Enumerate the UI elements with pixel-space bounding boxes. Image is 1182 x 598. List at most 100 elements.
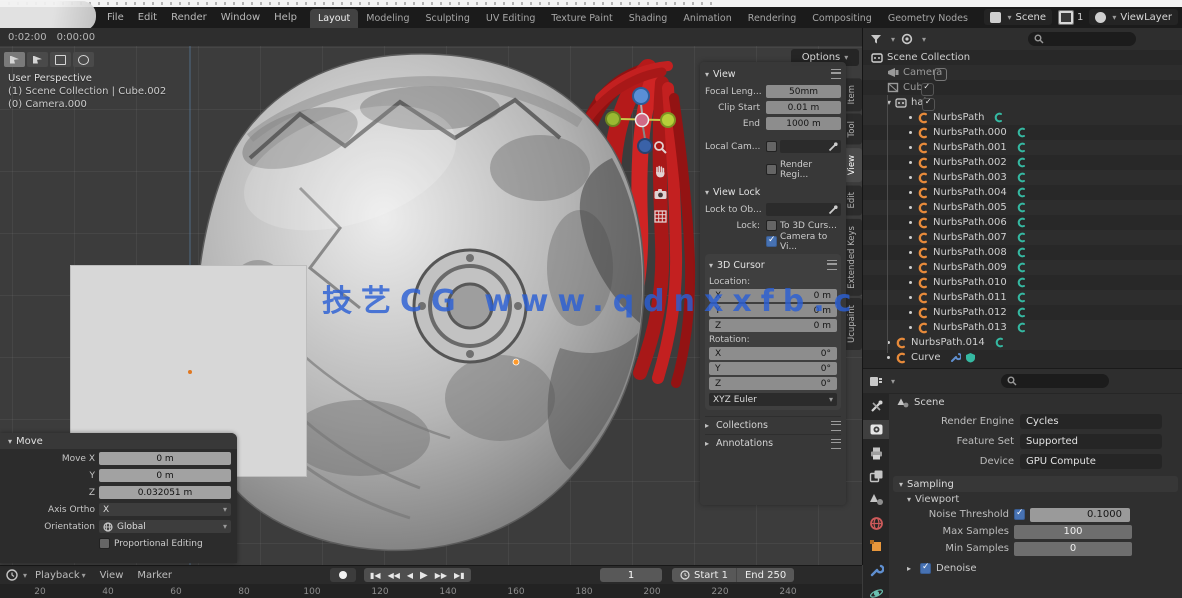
render-engine-dropdown[interactable]: Cycles	[1020, 414, 1162, 429]
view-section-header[interactable]: View	[705, 65, 841, 83]
cursor-location-field[interactable]: Y 0 m	[709, 304, 837, 317]
jump-to-end-button[interactable]: ▶▮	[454, 571, 465, 580]
workspace-tab[interactable]: UV Editing	[478, 9, 544, 28]
eyedropper-icon[interactable]	[828, 142, 838, 152]
denoise-section-header[interactable]: Denoise	[889, 561, 1182, 575]
eyedropper-icon[interactable]	[828, 205, 838, 215]
render-region-checkbox[interactable]	[766, 164, 777, 175]
proportional-editing-checkbox[interactable]	[99, 538, 110, 549]
sampling-section-header[interactable]: Sampling	[893, 476, 1178, 492]
workspace-tab[interactable]: Rendering	[740, 9, 805, 28]
denoise-checkbox[interactable]	[920, 563, 931, 574]
timeline-ruler[interactable]: 20406080100120140160180200220240	[0, 584, 862, 598]
workspace-tab[interactable]: Layout	[310, 9, 358, 28]
n-panel-tab[interactable]: Extended Keys	[846, 219, 862, 296]
jump-to-start-button[interactable]: ▮◀	[370, 571, 381, 580]
nurbspath-row[interactable]: NurbsPath.009	[863, 260, 1182, 275]
move-x-field[interactable]: 0 m	[99, 452, 231, 465]
n-panel-tab[interactable]: View	[846, 148, 862, 182]
nurbspath-row[interactable]: NurbsPath.002	[863, 155, 1182, 170]
nurbspath-row[interactable]: NurbsPath	[863, 110, 1182, 125]
move-tool-button[interactable]	[73, 52, 94, 67]
local-camera-field[interactable]	[780, 140, 841, 153]
screen-layout-button[interactable]: 1	[1058, 10, 1083, 25]
workspace-tab[interactable]: Sculpting	[417, 9, 477, 28]
n-panel-tab[interactable]: Ucupaint	[846, 298, 862, 350]
euler-dropdown[interactable]: XYZ Euler	[709, 393, 837, 406]
pan-view-button[interactable]	[651, 162, 669, 180]
tab-output[interactable]	[863, 444, 889, 462]
nurbspath-row[interactable]: NurbsPath.007	[863, 230, 1182, 245]
marker-menu[interactable]: Marker	[131, 568, 178, 583]
camera-row[interactable]: Camera	[863, 65, 1182, 80]
camera-to-view-checkbox[interactable]	[766, 236, 777, 247]
properties-editor-icon[interactable]	[869, 375, 883, 388]
workspace-tab[interactable]: Shading	[621, 9, 676, 28]
nurbspath-row[interactable]: NurbsPath.010	[863, 275, 1182, 290]
scene-collection-row[interactable]: Scene Collection	[863, 50, 1182, 65]
display-mode-icon[interactable]	[901, 33, 914, 45]
cursor-3d-header[interactable]: 3D Cursor	[709, 256, 837, 274]
auto-keying-button[interactable]	[330, 568, 356, 582]
cursor-location-field[interactable]: X 0 m	[709, 289, 837, 302]
properties-search-input[interactable]	[1001, 374, 1109, 388]
breadcrumb-scene[interactable]: Scene	[914, 397, 945, 408]
workspace-tab[interactable]: Compositing	[804, 9, 880, 28]
play-reverse-button[interactable]: ◀	[407, 571, 413, 580]
play-button[interactable]: ▶	[420, 570, 428, 581]
feature-set-dropdown[interactable]: Supported	[1020, 434, 1162, 449]
menu-item[interactable]: Help	[267, 9, 304, 26]
nurbspath-row[interactable]: NurbsPath.001	[863, 140, 1182, 155]
cube-row[interactable]: Cube	[863, 80, 1182, 95]
tab-object[interactable]	[863, 538, 889, 556]
move-y-field[interactable]: 0 m	[99, 469, 231, 482]
tab-modifiers[interactable]	[863, 561, 889, 579]
max-samples-field[interactable]: 100	[1014, 525, 1132, 539]
tab-physics[interactable]	[863, 585, 889, 598]
cursor-rotation-field[interactable]: X 0°	[709, 347, 837, 360]
editor-type-arrow[interactable]	[21, 570, 27, 581]
nurbspath-row[interactable]: NurbsPath.008	[863, 245, 1182, 260]
clock-icon[interactable]	[6, 569, 19, 581]
menu-item[interactable]: Edit	[131, 9, 164, 26]
move-z-field[interactable]: 0.032051 m	[99, 486, 231, 499]
nurbspath-row[interactable]: NurbsPath.011	[863, 290, 1182, 305]
view-menu[interactable]: View	[94, 568, 130, 583]
axis-ortho-dropdown[interactable]: X	[99, 503, 231, 516]
nurbspath-row[interactable]: NurbsPath.013	[863, 320, 1182, 335]
view-lock-header[interactable]: View Lock	[705, 183, 841, 201]
tab-world[interactable]	[863, 514, 889, 532]
tweak-tool-button[interactable]	[4, 52, 25, 67]
viewport-subsection-header[interactable]: Viewport	[889, 492, 1182, 506]
tab-tool[interactable]	[863, 397, 889, 415]
outliner-search-input[interactable]	[1028, 32, 1136, 46]
nurbspath-row[interactable]: NurbsPath.003	[863, 170, 1182, 185]
next-keyframe-button[interactable]: ▶▶	[435, 571, 447, 580]
end-frame-field[interactable]: End 250	[736, 568, 794, 582]
nurbspath-row[interactable]: NurbsPath.012	[863, 305, 1182, 320]
start-frame-field[interactable]: Start 1	[672, 568, 736, 582]
noise-threshold-field[interactable]: 0.1000	[1030, 508, 1130, 522]
curve-row[interactable]: Curve	[863, 350, 1182, 365]
clip-end-field[interactable]: 1000 m	[766, 117, 841, 130]
nurbspath-row[interactable]: NurbsPath.006	[863, 215, 1182, 230]
nurbspath-row[interactable]: NurbsPath.000	[863, 125, 1182, 140]
n-panel-tab[interactable]: Item	[846, 78, 862, 111]
clip-start-field[interactable]: 0.01 m	[766, 101, 841, 114]
editor-type-arrow[interactable]	[889, 376, 895, 387]
prev-keyframe-button[interactable]: ◀◀	[388, 571, 400, 580]
menu-item[interactable]: Render	[164, 9, 214, 26]
move-panel-header[interactable]: Move	[0, 433, 237, 449]
perspective-toggle-button[interactable]	[651, 207, 669, 225]
workspace-tab[interactable]: Modeling	[358, 9, 417, 28]
viewlayer-selector[interactable]: ViewLayer	[1089, 9, 1178, 25]
current-frame-field[interactable]: 1	[600, 568, 662, 582]
menu-item[interactable]: File	[100, 9, 131, 26]
tab-scene[interactable]	[863, 491, 889, 509]
device-dropdown[interactable]: GPU Compute	[1020, 454, 1162, 469]
n-panel-tab[interactable]: Edit	[846, 185, 862, 215]
filter-icon[interactable]	[869, 33, 883, 45]
camera-view-button[interactable]	[651, 185, 669, 203]
focal-length-field[interactable]: 50mm	[766, 85, 841, 98]
n-panel-tab[interactable]: Tool	[846, 114, 862, 145]
